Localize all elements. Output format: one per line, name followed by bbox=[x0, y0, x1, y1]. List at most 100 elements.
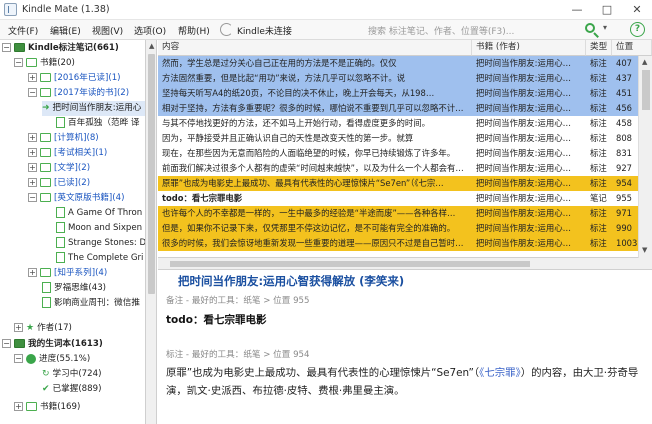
table-horizontal-scrollbar[interactable] bbox=[158, 258, 652, 270]
collapse-icon[interactable]: − bbox=[2, 339, 11, 348]
movie-title-link[interactable]: 《七宗罪》 bbox=[479, 367, 521, 379]
column-header-type[interactable]: 类型 bbox=[586, 40, 612, 56]
column-header-position[interactable]: 位置 bbox=[612, 40, 652, 56]
search-input[interactable]: 搜索 标注笔记、作者、位置等(F3)... bbox=[368, 24, 514, 37]
tree-node-book-got[interactable]: A Game Of Thron bbox=[56, 206, 142, 221]
close-button[interactable]: ✕ bbox=[622, 0, 652, 20]
collapse-icon[interactable]: − bbox=[14, 58, 23, 67]
tree-node-book-stones[interactable]: Strange Stones: D bbox=[56, 236, 145, 251]
tree-node-mastered[interactable]: ✔ 已掌握(889) bbox=[42, 382, 101, 397]
search-icon[interactable] bbox=[584, 22, 600, 38]
expand-icon[interactable]: + bbox=[14, 402, 23, 411]
highlights-table: 内容 书籍 (作者) 类型 位置 然而，学生总是过分关心自己正在用的方法是不是正… bbox=[158, 40, 652, 258]
learning-icon: ↻ bbox=[42, 369, 50, 379]
table-row[interactable]: 因为，平静接受并且正确认识自己的天性是改变天性的第一步。就算 把时间当作朋友:运用… bbox=[158, 131, 638, 146]
window-title: Kindle Mate (1.38) bbox=[22, 4, 110, 15]
expand-icon[interactable]: + bbox=[28, 268, 37, 277]
sidebar-scroll-thumb[interactable] bbox=[148, 54, 155, 294]
folder-icon bbox=[40, 148, 51, 157]
book-icon bbox=[42, 297, 51, 308]
tree-node-authors[interactable]: + ★ 作者(17) bbox=[14, 321, 72, 336]
menu-view[interactable]: 视图(V) bbox=[92, 24, 123, 37]
detail-book-title[interactable]: 把时间当作朋友:运用心智获得解放 (李笑来) bbox=[178, 273, 404, 289]
tree-node-book-moon[interactable]: Moon and Sixpen bbox=[56, 221, 142, 236]
help-icon[interactable]: ? bbox=[630, 22, 645, 37]
tree-node-vocab-books[interactable]: + 书籍(169) bbox=[14, 400, 80, 415]
tree-node-learning[interactable]: ↻ 学习中(724) bbox=[42, 367, 101, 382]
search-options-caret[interactable]: ▾ bbox=[603, 23, 607, 32]
tree-node-book-solitude[interactable]: 百年孤独（范晔 译 bbox=[56, 116, 139, 131]
expand-icon[interactable]: + bbox=[28, 133, 37, 142]
table-row[interactable]: 现在，在那些因为无意而陷险的人面临绝望的时候，你早已持续锻炼了许多年。 把时间当作… bbox=[158, 146, 638, 161]
folder-icon bbox=[40, 88, 51, 97]
tree-node-read[interactable]: + [已读](2) bbox=[28, 176, 90, 191]
vocabulary-icon bbox=[14, 339, 25, 348]
table-row[interactable]: 相对于坚持，方法有多重要呢？很多的时候，哪怕说不重要到几乎可以忽略不计… 把时间当… bbox=[158, 101, 638, 116]
collapse-icon[interactable]: − bbox=[2, 43, 11, 52]
horizontal-scroll-thumb[interactable] bbox=[170, 261, 530, 267]
author-icon: ★ bbox=[26, 323, 35, 333]
tree-node-book-luofu[interactable]: 罗福思维(43) bbox=[42, 281, 106, 296]
expand-icon[interactable]: + bbox=[28, 178, 37, 187]
tree-node-zhihu[interactable]: + [知乎系列](4) bbox=[28, 266, 107, 281]
folder-icon bbox=[40, 193, 51, 202]
detail-highlight-text: 原罪”也成为电影史上最成功、最具有代表性的心理惊悚片“Se7en”（《七宗罪》）… bbox=[166, 367, 639, 397]
tree-node-book-grimm[interactable]: The Complete Gri bbox=[56, 251, 143, 266]
tree-node-book-time-friend[interactable]: ➜ 把时间当作朋友:运用心 bbox=[42, 101, 145, 116]
current-book-arrow-icon: ➜ bbox=[42, 103, 50, 113]
sidebar-tree: − Kindle标注笔记(661) − 书籍(20) + [2016年已读](1) −… bbox=[0, 40, 146, 424]
scroll-down-arrow-icon[interactable]: ▼ bbox=[642, 246, 647, 254]
expand-icon[interactable]: + bbox=[28, 163, 37, 172]
expand-icon[interactable]: + bbox=[28, 148, 37, 157]
maximize-button[interactable]: □ bbox=[592, 0, 622, 20]
table-row[interactable]: 前面我们解决过很多个人都有的虚荣“时间越来越快”，以及为什么一个人都会有… 把时间… bbox=[158, 161, 638, 176]
tree-node-highlights[interactable]: − Kindle标注笔记(661) bbox=[2, 41, 119, 56]
tree-node-computer[interactable]: + [计算机](8) bbox=[28, 131, 99, 146]
sidebar-scrollbar[interactable]: ▲ bbox=[146, 40, 157, 424]
tree-node-2016-read[interactable]: + [2016年已读](1) bbox=[28, 71, 121, 86]
column-header-content[interactable]: 内容 bbox=[158, 40, 472, 56]
collapse-icon[interactable]: − bbox=[28, 88, 37, 97]
tree-node-book-weekly[interactable]: 影响商业周刊：微信推 bbox=[42, 296, 140, 311]
table-row[interactable]: 与其不停地找更好的方法，还不如马上开始行动，看得虚度更多的时间。 把时间当作朋友:… bbox=[158, 116, 638, 131]
folder-icon bbox=[40, 73, 51, 82]
table-row-selected-note[interactable]: todo：看七宗罪电影 把时间当作朋友:运用心… 笔记 955 bbox=[158, 191, 638, 206]
table-row[interactable]: 但是，如果你不记录下来，仅凭那里不停这边记忆，是不可能有完全的准确的。 把时间当作… bbox=[158, 221, 638, 236]
tree-node-literature[interactable]: + [文学](2) bbox=[28, 161, 90, 176]
table-row[interactable]: 原罪”也成为电影史上最成功、最具有代表性的心理惊悚片“Se7en”（《七宗… 把时… bbox=[158, 176, 638, 191]
sync-icon bbox=[220, 23, 233, 36]
tree-node-2017-read[interactable]: − [2017年读的书](2) bbox=[28, 86, 129, 101]
minimize-button[interactable]: — bbox=[562, 0, 592, 20]
expand-icon[interactable]: + bbox=[28, 73, 37, 82]
menu-options[interactable]: 选项(O) bbox=[134, 24, 166, 37]
table-row[interactable]: 然而，学生总是过分关心自己正在用的方法是不是正确的。仅仅 把时间当作朋友:运用心…… bbox=[158, 56, 638, 71]
book-icon bbox=[56, 252, 65, 263]
tree-node-books[interactable]: − 书籍(20) bbox=[14, 56, 75, 71]
kindle-status[interactable]: Kindle未连接 bbox=[237, 24, 292, 37]
table-row[interactable]: 也许每个人的不幸都是一样的，一生中最多的经验是“半途而废”——各种各样… 把时间当… bbox=[158, 206, 638, 221]
tree-node-vocabulary[interactable]: − 我的生词本(1613) bbox=[2, 337, 103, 352]
tree-node-exam[interactable]: + [考试相关](1) bbox=[28, 146, 107, 161]
table-scroll-thumb[interactable] bbox=[642, 70, 650, 110]
menu-file[interactable]: 文件(F) bbox=[8, 24, 38, 37]
book-icon bbox=[56, 222, 65, 233]
detail-highlight-meta: 标注 - 最好的工具：纸笔 > 位置 954 bbox=[166, 350, 310, 360]
column-header-book[interactable]: 书籍 (作者) bbox=[472, 40, 586, 56]
table-row[interactable]: 方法固然重要，但是比起“用功”来说，方法几乎可以忽略不计。说 把时间当作朋友:运用… bbox=[158, 71, 638, 86]
menu-edit[interactable]: 编辑(E) bbox=[50, 24, 81, 37]
book-icon bbox=[56, 117, 65, 128]
table-row[interactable]: 坚持每天听写A4的纸20页，不论目的决不休止，晚上开会每天，从198… 把时间当作… bbox=[158, 86, 638, 101]
table-scrollbar[interactable]: ▲ ▼ bbox=[638, 56, 652, 258]
menu-help[interactable]: 帮助(H) bbox=[178, 24, 210, 37]
table-row[interactable]: 很多的时候，我们会惊讶地重新发现一些重要的道理——原因只不过是自己暂时… 把时间当… bbox=[158, 236, 638, 251]
collapse-icon[interactable]: − bbox=[28, 193, 37, 202]
tree-node-english-books[interactable]: − [英文原版书籍](4) bbox=[28, 191, 124, 206]
collapse-icon[interactable]: − bbox=[14, 354, 23, 363]
scroll-up-arrow-icon[interactable]: ▲ bbox=[149, 42, 154, 50]
expand-icon[interactable]: + bbox=[14, 323, 23, 332]
tree-node-progress[interactable]: − 进度(55.1%) bbox=[14, 352, 90, 367]
scroll-up-arrow-icon[interactable]: ▲ bbox=[642, 58, 647, 66]
book-icon bbox=[56, 237, 65, 248]
check-icon: ✔ bbox=[42, 384, 50, 394]
folder-icon bbox=[40, 163, 51, 172]
